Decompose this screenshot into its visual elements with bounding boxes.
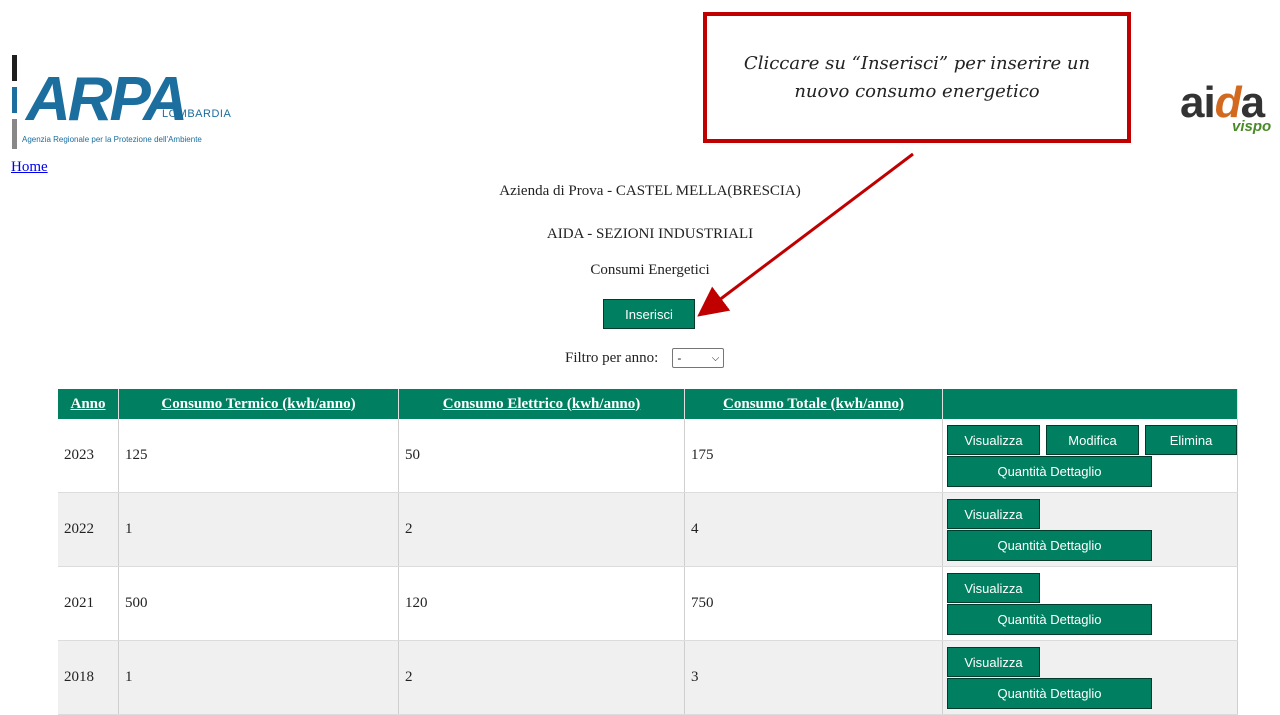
consumption-table: Anno Consumo Termico (kwh/anno) Consumo … xyxy=(58,389,1238,715)
cell-total: 3 xyxy=(684,640,943,715)
column-header-thermal[interactable]: Consumo Termico (kwh/anno) xyxy=(118,389,399,419)
table-row: 2018 1 2 3 Visualizza Quantità Dettaglio xyxy=(58,640,1238,715)
cell-thermal: 125 xyxy=(118,419,399,493)
table-row: 2023 125 50 175 Visualizza Modifica Elim… xyxy=(58,419,1238,493)
cell-year: 2021 xyxy=(58,566,119,641)
cell-year: 2023 xyxy=(58,419,119,493)
cell-actions: Visualizza Quantità Dettaglio xyxy=(942,492,1238,567)
column-header-total[interactable]: Consumo Totale (kwh/anno) xyxy=(684,389,943,419)
edit-button[interactable]: Modifica xyxy=(1046,425,1139,455)
table-row: 2022 1 2 4 Visualizza Quantità Dettaglio xyxy=(58,492,1238,567)
cell-total: 750 xyxy=(684,566,943,641)
arpa-logo: ARPA LOMBARDIA Agenzia Regionale per la … xyxy=(10,55,270,155)
cell-year: 2018 xyxy=(58,640,119,715)
insert-button[interactable]: Inserisci xyxy=(603,299,695,329)
arpa-logo-word: ARPA xyxy=(26,65,188,134)
arpa-logo-region: LOMBARDIA xyxy=(162,108,232,120)
cell-thermal: 1 xyxy=(118,492,399,567)
column-header-year[interactable]: Anno xyxy=(58,389,119,419)
view-button[interactable]: Visualizza xyxy=(947,573,1040,603)
table-row: 2021 500 120 750 Visualizza Quantità Det… xyxy=(58,566,1238,641)
detail-button[interactable]: Quantità Dettaglio xyxy=(947,604,1152,635)
detail-button[interactable]: Quantità Dettaglio xyxy=(947,530,1152,561)
column-header-actions xyxy=(942,389,1238,419)
arpa-logo-tagline: Agenzia Regionale per la Protezione dell… xyxy=(22,135,202,144)
aida-logo: aida vispo xyxy=(1180,78,1280,148)
cell-actions: Visualizza Quantità Dettaglio xyxy=(942,566,1238,641)
cell-thermal: 1 xyxy=(118,640,399,715)
chevron-down-icon: ⌵ xyxy=(711,352,720,364)
column-header-electric[interactable]: Consumo Elettrico (kwh/anno) xyxy=(398,389,685,419)
annotation-text: Cliccare su “Inserisci” per inserire un … xyxy=(743,52,1091,102)
cell-total: 175 xyxy=(684,419,943,493)
year-filter-value: - xyxy=(677,351,682,365)
aida-logo-sub: vispo xyxy=(1232,118,1272,135)
company-name: Azienda di Prova - CASTEL MELLA(BRESCIA) xyxy=(499,183,801,199)
year-filter-label: Filtro per anno: xyxy=(565,349,659,366)
cell-year: 2022 xyxy=(58,492,119,567)
cell-electric: 2 xyxy=(398,492,685,567)
cell-actions: Visualizza Quantità Dettaglio xyxy=(942,640,1238,715)
cell-total: 4 xyxy=(684,492,943,567)
table-header-row: Anno Consumo Termico (kwh/anno) Consumo … xyxy=(58,389,1238,419)
cell-thermal: 500 xyxy=(118,566,399,641)
logo-bar-decoration xyxy=(12,119,17,149)
detail-button[interactable]: Quantità Dettaglio xyxy=(947,678,1152,709)
year-filter: Filtro per anno: - ⌵ xyxy=(565,348,725,368)
cell-electric: 50 xyxy=(398,419,685,493)
view-button[interactable]: Visualizza xyxy=(947,425,1040,455)
page-title: Consumi Energetici xyxy=(590,262,710,278)
delete-button[interactable]: Elimina xyxy=(1145,425,1237,455)
detail-button[interactable]: Quantità Dettaglio xyxy=(947,456,1152,487)
annotation-callout: Cliccare su “Inserisci” per inserire un … xyxy=(703,12,1131,143)
logo-bar-decoration xyxy=(12,87,17,113)
cell-electric: 2 xyxy=(398,640,685,715)
cell-actions: Visualizza Modifica Elimina Quantità Det… xyxy=(942,419,1238,493)
logo-bar-decoration xyxy=(12,55,17,81)
cell-electric: 120 xyxy=(398,566,685,641)
view-button[interactable]: Visualizza xyxy=(947,499,1040,529)
year-filter-select[interactable]: - ⌵ xyxy=(672,348,725,368)
section-title: AIDA - SEZIONI INDUSTRIALI xyxy=(546,226,754,242)
home-link[interactable]: Home xyxy=(11,159,48,176)
view-button[interactable]: Visualizza xyxy=(947,647,1040,677)
